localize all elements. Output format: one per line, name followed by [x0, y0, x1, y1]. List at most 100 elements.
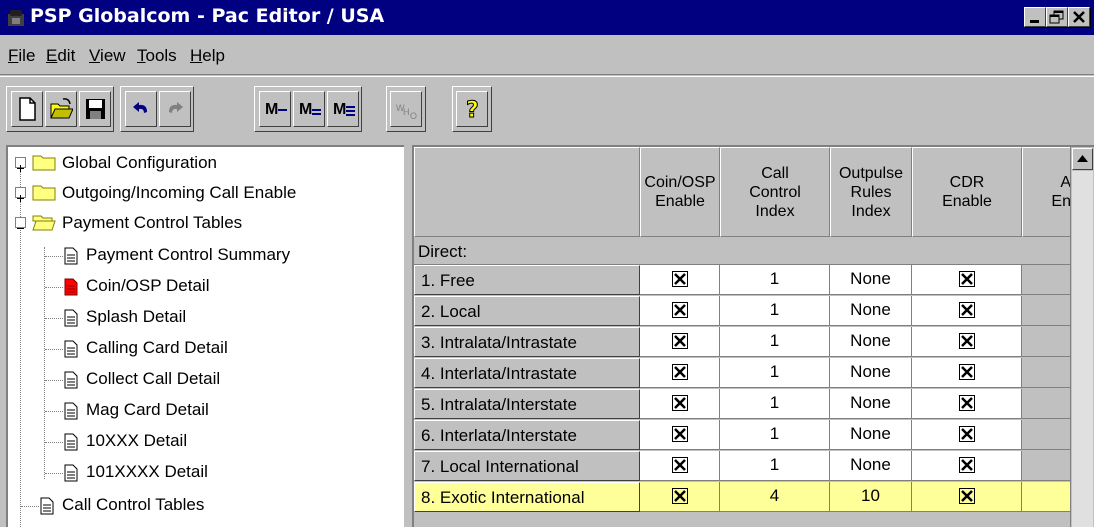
row-header[interactable]: 7. Local International	[414, 451, 640, 481]
checkbox-cell[interactable]	[640, 451, 720, 481]
open-button[interactable]	[45, 91, 77, 127]
value-cell[interactable]: None	[830, 389, 912, 419]
vertical-scrollbar[interactable]	[1070, 147, 1094, 527]
checkbox-cell[interactable]	[640, 327, 720, 357]
checkbox-cell[interactable]	[640, 420, 720, 450]
menu-edit[interactable]: Edit	[46, 46, 75, 66]
checkbox-cell[interactable]	[912, 451, 1022, 481]
partial-cell[interactable]	[1022, 420, 1074, 450]
value-cell[interactable]: 1	[720, 265, 830, 295]
menu-tools[interactable]: Tools	[137, 46, 177, 66]
value-cell[interactable]: None	[830, 327, 912, 357]
column-header-coin-osp-enable[interactable]: Coin/OSP Enable	[640, 147, 720, 237]
column-header-cdr-enable[interactable]: CDR Enable	[912, 147, 1022, 237]
column-header-outpulse-rules-index[interactable]: Outpulse Rules Index	[830, 147, 912, 237]
title-bar[interactable]: PSP Globalcom - Pac Editor / USA	[0, 0, 1094, 35]
partial-cell[interactable]	[1022, 296, 1074, 326]
value-cell[interactable]: 1	[720, 451, 830, 481]
checkbox-checked-icon[interactable]	[958, 488, 975, 504]
minimize-button[interactable]	[1024, 7, 1046, 27]
value-cell[interactable]: None	[830, 265, 912, 295]
scroll-up-button[interactable]	[1072, 148, 1093, 170]
value-cell[interactable]: None	[830, 451, 912, 481]
value-cell[interactable]: None	[830, 296, 912, 326]
checkbox-checked-icon[interactable]	[671, 333, 688, 349]
tree-item-payment-control-tables[interactable]: Payment Control Tables	[8, 209, 398, 239]
checkbox-cell[interactable]	[912, 358, 1022, 388]
value-cell[interactable]: 4	[720, 482, 830, 512]
tree-item-101xxxx-detail[interactable]: 101XXXX Detail	[8, 458, 398, 488]
checkbox-checked-icon[interactable]	[958, 426, 975, 442]
new-file-button[interactable]	[11, 91, 43, 127]
checkbox-checked-icon[interactable]	[671, 364, 688, 380]
checkbox-cell[interactable]	[912, 265, 1022, 295]
checkbox-checked-icon[interactable]	[671, 271, 688, 287]
menu-file[interactable]: File	[8, 46, 35, 66]
checkbox-cell[interactable]	[640, 482, 720, 512]
panel-splitter[interactable]	[404, 145, 412, 527]
redo-button[interactable]	[159, 91, 191, 127]
restore-button[interactable]	[1046, 7, 1068, 27]
checkbox-checked-icon[interactable]	[958, 302, 975, 318]
row-header[interactable]: 3. Intralata/Intrastate	[414, 327, 640, 357]
tree-item-payment-control-summary[interactable]: Payment Control Summary	[8, 241, 398, 271]
checkbox-cell[interactable]	[640, 389, 720, 419]
close-button[interactable]	[1068, 7, 1090, 27]
checkbox-checked-icon[interactable]	[671, 457, 688, 473]
tree-item-splash-detail[interactable]: Splash Detail	[8, 303, 398, 333]
who-button[interactable]: WHO	[390, 91, 422, 127]
row-header[interactable]: 8. Exotic International	[414, 482, 640, 512]
scroll-track[interactable]	[1072, 171, 1093, 527]
column-header-partial[interactable]: A En	[1022, 147, 1074, 237]
checkbox-checked-icon[interactable]	[958, 395, 975, 411]
checkbox-cell[interactable]	[912, 327, 1022, 357]
tree-item-global-configuration[interactable]: Global Configuration	[8, 149, 398, 179]
checkbox-cell[interactable]	[912, 420, 1022, 450]
checkbox-cell[interactable]	[640, 358, 720, 388]
value-cell[interactable]: 1	[720, 389, 830, 419]
menu-help[interactable]: Help	[190, 46, 225, 66]
tree-item-coin-osp-detail[interactable]: Coin/OSP Detail	[8, 272, 398, 302]
checkbox-checked-icon[interactable]	[958, 364, 975, 380]
undo-button[interactable]	[125, 91, 157, 127]
tree-item-outgoing-incoming[interactable]: Outgoing/Incoming Call Enable	[8, 179, 398, 209]
value-cell[interactable]: 1	[720, 358, 830, 388]
checkbox-checked-icon[interactable]	[958, 271, 975, 287]
value-cell[interactable]: 1	[720, 296, 830, 326]
checkbox-cell[interactable]	[912, 482, 1022, 512]
row-header[interactable]: 5. Intralata/Interstate	[414, 389, 640, 419]
partial-cell[interactable]	[1022, 482, 1074, 512]
tree-item-collect-call-detail[interactable]: Collect Call Detail	[8, 365, 398, 395]
checkbox-cell[interactable]	[640, 296, 720, 326]
partial-cell[interactable]	[1022, 358, 1074, 388]
menu-view[interactable]: View	[89, 46, 126, 66]
macro-3-button[interactable]: M	[327, 91, 359, 127]
navigation-tree[interactable]: Global Configuration Outgoing/Incoming C…	[6, 145, 404, 527]
checkbox-checked-icon[interactable]	[958, 457, 975, 473]
partial-cell[interactable]	[1022, 389, 1074, 419]
help-button[interactable]: ?	[456, 91, 488, 127]
checkbox-checked-icon[interactable]	[671, 395, 688, 411]
row-header[interactable]: 6. Interlata/Interstate	[414, 420, 640, 450]
expand-icon[interactable]	[15, 187, 26, 202]
value-cell[interactable]: None	[830, 358, 912, 388]
checkbox-cell[interactable]	[912, 389, 1022, 419]
column-header-call-control-index[interactable]: Call Control Index	[720, 147, 830, 237]
macro-2-button[interactable]: M	[293, 91, 325, 127]
row-header[interactable]: 2. Local	[414, 296, 640, 326]
tree-item-calling-card-detail[interactable]: Calling Card Detail	[8, 334, 398, 364]
checkbox-checked-icon[interactable]	[671, 488, 688, 504]
checkbox-checked-icon[interactable]	[958, 333, 975, 349]
partial-cell[interactable]	[1022, 327, 1074, 357]
value-cell[interactable]: None	[830, 420, 912, 450]
checkbox-checked-icon[interactable]	[671, 302, 688, 318]
checkbox-checked-icon[interactable]	[671, 426, 688, 442]
tree-item-10xxx-detail[interactable]: 10XXX Detail	[8, 427, 398, 457]
checkbox-cell[interactable]	[912, 296, 1022, 326]
collapse-icon[interactable]	[15, 217, 26, 229]
save-button[interactable]	[79, 91, 111, 127]
row-header[interactable]: 4. Interlata/Intrastate	[414, 358, 640, 388]
partial-cell[interactable]	[1022, 265, 1074, 295]
partial-cell[interactable]	[1022, 451, 1074, 481]
value-cell[interactable]: 1	[720, 420, 830, 450]
